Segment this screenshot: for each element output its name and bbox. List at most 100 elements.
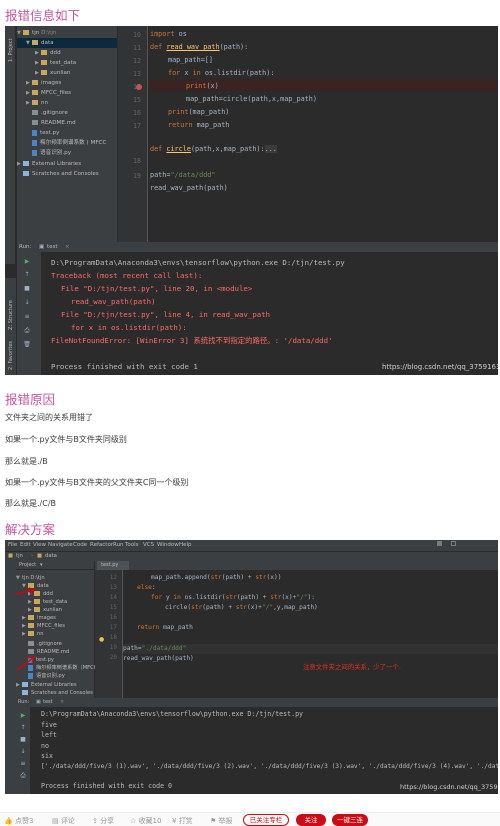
tree-item-xunlian[interactable]: ▶ xunlian [17, 68, 117, 78]
section-title-error: 报错信息如下 [5, 8, 81, 23]
menu-navigate[interactable]: Navigate [48, 542, 73, 548]
tree-item-external-libraries[interactable]: ▶ External Libraries [16, 681, 94, 689]
followed-column-button[interactable]: 已关注专栏 [243, 814, 289, 826]
code-line: print(x) [186, 82, 219, 90]
project-dropdown[interactable]: Project [19, 562, 36, 568]
project-tool-label[interactable]: 1: Project [8, 38, 14, 62]
menu-code[interactable]: Code [73, 542, 87, 548]
code-line: import os [150, 30, 187, 38]
menu-bar: File Edit View Navigate Code Refactor Ru… [5, 540, 498, 551]
print-icon[interactable]: ⎙ [23, 327, 31, 334]
favorite-button[interactable]: ☆ 收藏10 [130, 816, 161, 826]
arrow-down-icon[interactable]: ↓ [23, 299, 31, 306]
run-tab-bar: Run: ▣ test × [16, 698, 498, 707]
console-line: six [41, 752, 53, 760]
tree-item-project[interactable]: ▼ tjn D:\tjn [17, 28, 117, 38]
tree-item-readme[interactable]: README.md [17, 118, 117, 128]
breadcrumb-item[interactable]: tjn [16, 553, 23, 559]
arrow-down-icon[interactable]: ↓ [19, 748, 27, 755]
folder-icon [32, 90, 38, 95]
tree-item-project[interactable]: ▼ tjn D:\tjn [16, 574, 94, 582]
file-icon [32, 110, 38, 115]
triple-action-button[interactable]: 一键三连 [332, 814, 368, 826]
like-button[interactable]: 👍 点赞3 [4, 816, 33, 826]
console-line: D:\ProgramData\Anaconda3\envs\tensorflow… [41, 710, 304, 718]
tree-item-ddd[interactable]: ▶ ddd [17, 48, 117, 58]
wrap-icon[interactable]: ≡ [19, 760, 27, 767]
tree-item-external-libraries[interactable]: ▶ External Libraries [17, 159, 117, 169]
line-number-gutter: 10 11 12 13 14 15 16 17 18 19 [118, 26, 148, 264]
editor-tab-label: test.py [101, 562, 119, 568]
console-line-link[interactable]: File "D:/tjn/test.py", line 20, in <modu… [61, 282, 252, 295]
ide-screenshot-error: 1: Project Z: Structure 2: Favorites ▼ tj… [5, 26, 498, 375]
wrap-icon[interactable]: ≡ [23, 313, 31, 320]
run-config-icon: ▣ [36, 699, 41, 705]
run-console: ▶ ↑ ■ ↓ ≡ ⎙ 🗑 D:\ProgramData\Anaconda3\e… [17, 252, 498, 375]
menu-help[interactable]: Help [179, 542, 192, 548]
paragraph: 文件夹之间的关系用错了 [5, 413, 93, 422]
file-icon [32, 120, 38, 125]
arrow-up-icon[interactable]: ↑ [19, 724, 27, 731]
rerun-icon[interactable]: ▶ [23, 258, 31, 265]
tree-item-gitignore[interactable]: .gitignore [17, 108, 117, 118]
menu-file[interactable]: File [8, 542, 17, 548]
share-button[interactable]: ⇪ 分享 [92, 816, 114, 826]
tree-item-nn[interactable]: ▶ nn [17, 98, 117, 108]
rerun-icon[interactable]: ▶ [19, 712, 27, 719]
folder-icon: ■ [8, 553, 14, 559]
menu-refactor[interactable]: Refactor [90, 542, 113, 548]
print-icon[interactable]: ⎙ [19, 772, 27, 779]
line-number: 12 [133, 57, 141, 65]
structure-tool-label[interactable]: Z: Structure [8, 300, 14, 330]
line-number: 11 [133, 44, 141, 52]
folder-icon [32, 80, 38, 85]
breadcrumb-item[interactable]: data [45, 553, 57, 559]
follow-button[interactable]: 关注 [296, 814, 326, 826]
code-editor[interactable]: map_path.append(str(path) + str(x)) else… [123, 570, 498, 700]
tip-button[interactable]: ¥ 打赏 [172, 816, 193, 826]
tree-item-scratches[interactable]: Scratches and Consoles [16, 689, 94, 697]
paragraph: 那么就是./B [5, 457, 48, 466]
tree-item-test-py[interactable]: test.py [17, 128, 117, 138]
report-button[interactable]: ⚑ 举报 [210, 816, 233, 826]
tree-item-data[interactable]: ▼ data [17, 38, 117, 48]
run-tab-test[interactable]: test [43, 699, 53, 705]
menu-window[interactable]: Window [157, 542, 179, 548]
folder-icon: ■ [37, 553, 43, 559]
menu-vcs[interactable]: VCS [143, 542, 154, 548]
breakpoint-icon[interactable] [136, 84, 142, 90]
close-icon[interactable]: × [65, 244, 70, 250]
stop-icon[interactable]: ■ [19, 736, 27, 743]
menu-view[interactable]: View [33, 542, 46, 548]
trash-icon[interactable]: 🗑 [23, 341, 31, 348]
tree-item-scratches[interactable]: Scratches and Consoles [17, 169, 117, 179]
favorites-tool-label[interactable]: 2: Favorites [8, 341, 14, 370]
menu-edit[interactable]: Edit [20, 542, 31, 548]
code-line: return map_path [168, 121, 230, 129]
console-error-line: FileNotFoundError: [WinError 3] 系统找不到指定的… [51, 336, 333, 345]
tree-item-mfcc-doc[interactable]: 梅尔频率倒谱系数 ( MFCC [17, 138, 117, 148]
console-line: read_wav_path(path) [71, 297, 156, 306]
tree-item-speech-py[interactable]: 语音识别.py [17, 148, 117, 158]
minimize-icon[interactable] [437, 541, 442, 546]
tree-item-test-data[interactable]: ▶ test_data [17, 58, 117, 68]
menu-tools[interactable]: Tools [125, 542, 139, 548]
stop-icon[interactable]: ■ [23, 285, 31, 292]
tree-item-images[interactable]: ▶ images [17, 78, 117, 88]
python-file-icon [32, 149, 37, 156]
lightbulb-icon[interactable]: ● [99, 636, 104, 643]
comment-button[interactable]: ▤ 评论 [52, 816, 75, 826]
menu-run[interactable]: Run [113, 542, 124, 548]
close-icon[interactable]: × [60, 699, 64, 705]
tree-item-mfcc-files[interactable]: ▶ MFCC_files [17, 88, 117, 98]
folder-icon [41, 50, 47, 55]
console-line-link[interactable]: File "D:/tjn/test.py", line 4, in read_w… [61, 308, 270, 321]
arrow-up-icon[interactable]: ↑ [23, 271, 31, 278]
chevron-down-icon[interactable]: ▾ [40, 562, 43, 568]
maximize-icon[interactable] [451, 541, 456, 546]
run-tab-test[interactable]: test [47, 244, 58, 250]
code-editor[interactable]: import os def read_wav_path(path): map_p… [150, 26, 498, 264]
code-line: def circle(path,x,map_path):... [150, 145, 277, 153]
code-line: path="/data/ddd" [150, 171, 216, 179]
run-label: Run: [19, 244, 32, 250]
